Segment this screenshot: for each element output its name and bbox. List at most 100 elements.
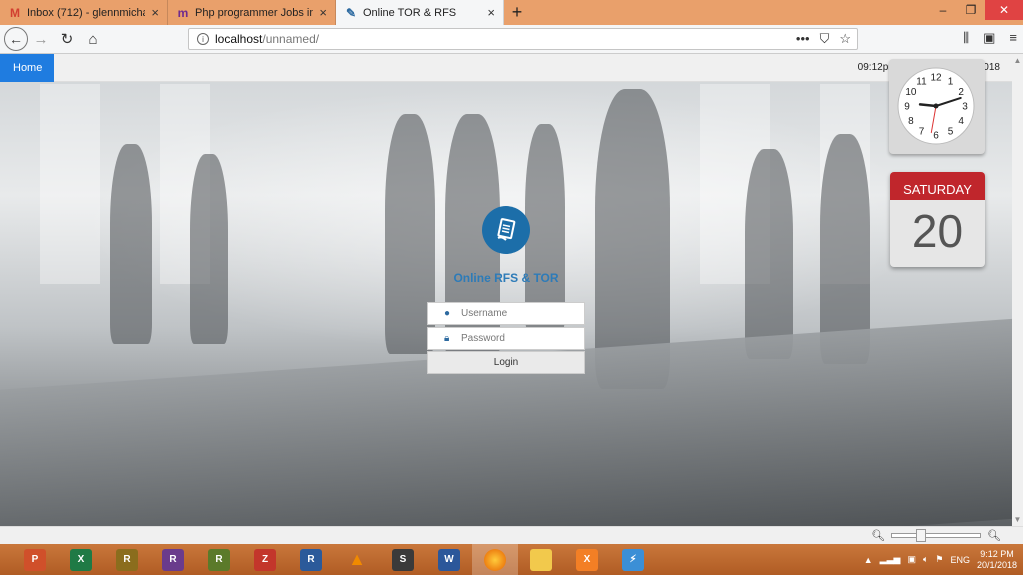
signal-icon[interactable]: ▂▃▅ [880, 554, 901, 565]
password-field[interactable]: 🔒︎ [427, 327, 585, 350]
excel-icon: X [70, 548, 92, 571]
clock-number: 11 [916, 76, 927, 87]
zoom-in-icon[interactable]: 🔍︎ [987, 529, 1001, 542]
username-input[interactable] [461, 308, 571, 319]
user-icon: ● [444, 308, 451, 319]
lightning-app-icon: ⚡︎ [622, 548, 644, 571]
taskbar-app[interactable] [518, 544, 564, 575]
bookmark-star-icon[interactable]: ☆ [839, 31, 851, 47]
browser-nav-bar: ← → ↻ ⌂ i localhost /unnamed/ ••• ⛉ ☆ ⫼ … [0, 25, 1023, 54]
tray-clock[interactable]: 9:12 PM 20/1/2018 [977, 549, 1017, 571]
filezilla-icon: Z [254, 548, 276, 571]
page-actions-icon[interactable]: ••• [796, 31, 810, 47]
taskbar-app[interactable]: R [104, 544, 150, 575]
minimize-button[interactable]: – [929, 0, 957, 20]
sublime-icon: S [392, 548, 414, 571]
lock-icon: 🔒︎ [444, 333, 450, 344]
clock-number: 10 [905, 87, 917, 98]
network-icon[interactable]: ▣ [907, 554, 916, 565]
taskbar-app[interactable]: R [150, 544, 196, 575]
toolbar-right: ⫼ ▣ ≡ [963, 30, 1017, 46]
system-tray: ▲ ▂▃▅ ▣ 🔈︎ ⚑ ENG 9:12 PM 20/1/2018 [864, 544, 1017, 575]
vlc-icon: ▲ [348, 549, 366, 569]
powerpoint-icon: P [24, 548, 46, 571]
taskbar-app[interactable]: W [426, 544, 472, 575]
password-input[interactable] [461, 333, 571, 344]
monster-icon: m [177, 5, 189, 20]
calendar-widget: SATURDAY 20 [890, 172, 985, 267]
winrar-icon: R [300, 548, 322, 571]
background-person [190, 154, 228, 344]
tab-jobs[interactable]: m Php programmer Jobs in Singap × [168, 0, 336, 25]
username-field[interactable]: ● [427, 302, 585, 325]
file-explorer-icon [530, 548, 552, 571]
url-path: /unnamed/ [262, 32, 320, 46]
menu-icon[interactable]: ≡ [1009, 30, 1017, 46]
taskbar-app[interactable]: R [196, 544, 242, 575]
taskbar-app[interactable]: S [380, 544, 426, 575]
taskbar-app-firefox[interactable] [472, 544, 518, 575]
tab-title: Php programmer Jobs in Singap [195, 6, 313, 19]
close-tab-icon[interactable]: × [151, 5, 159, 20]
clock-number: 5 [948, 127, 954, 138]
pocket-icon[interactable]: ⛉ [820, 31, 830, 47]
taskbar-app[interactable]: X [564, 544, 610, 575]
zoom-control: 🔍︎ 🔍︎ [871, 529, 1001, 542]
taskbar-app[interactable]: ⚡︎ [610, 544, 656, 575]
status-bar: 🔍︎ 🔍︎ [0, 526, 1023, 544]
zoom-out-icon[interactable]: 🔍︎ [871, 529, 885, 542]
sidebar-icon[interactable]: ▣ [983, 30, 995, 46]
background-person [110, 144, 152, 344]
tab-online-tor[interactable]: ✎ Online TOR & RFS × [336, 0, 504, 25]
clock-number: 1 [948, 76, 954, 87]
taskbar-app[interactable]: P [12, 544, 58, 575]
login-button[interactable]: Login [427, 351, 585, 374]
forward-arrow-icon[interactable]: → [28, 26, 54, 52]
winrar-icon: R [116, 548, 138, 571]
window-light-strip [40, 84, 100, 284]
close-tab-icon[interactable]: × [319, 5, 327, 20]
taskbar-app[interactable]: ▲ [334, 544, 380, 575]
calendar-day: 20 [911, 205, 964, 257]
home-nav-button[interactable]: Home [0, 54, 54, 82]
language-indicator[interactable]: ENG [950, 555, 970, 565]
tab-gmail[interactable]: M Inbox (712) - glennmichaelmej × [0, 0, 168, 25]
document-icon [497, 218, 516, 241]
scroll-up-icon[interactable]: ▲ [1012, 56, 1023, 65]
zoom-slider-thumb[interactable] [916, 529, 927, 542]
close-tab-icon[interactable]: × [487, 5, 495, 20]
window-close-button[interactable]: ✕ [985, 0, 1023, 20]
firefox-icon [484, 548, 506, 571]
library-icon[interactable]: ⫼ [963, 30, 969, 46]
back-arrow-icon[interactable]: ← [4, 27, 28, 51]
clock-number: 7 [919, 127, 925, 138]
zoom-slider[interactable] [891, 529, 982, 542]
clock-number: 8 [908, 116, 914, 127]
flag-icon[interactable]: ⚑ [935, 554, 943, 565]
tray-expand-icon[interactable]: ▲ [864, 555, 873, 565]
page-header-bar: Home 09:12pm Saturday Jan 20, 2018 [0, 54, 1012, 82]
address-bar[interactable]: i localhost /unnamed/ ••• ⛉ ☆ [188, 28, 858, 50]
scroll-down-icon[interactable]: ▼ [1012, 515, 1023, 524]
clock-face: 12 12 3 45678 9 1011 [897, 67, 975, 145]
app-title: Online RFS & TOR [453, 271, 559, 285]
info-icon[interactable]: i [197, 33, 209, 45]
page-scrollbar[interactable]: ▲ ▼ [1012, 54, 1023, 526]
home-icon[interactable]: ⌂ [80, 26, 106, 52]
document-icon: ✎ [345, 5, 357, 20]
restore-button[interactable]: ❐ [957, 0, 985, 20]
background-person [745, 149, 793, 359]
reload-icon[interactable]: ↻ [54, 26, 80, 52]
browser-tab-bar: M Inbox (712) - glennmichaelmej × m Php … [0, 0, 1023, 25]
winrar-icon: R [208, 548, 230, 571]
taskbar-app[interactable]: R [288, 544, 334, 575]
page-viewport: Home 09:12pm Saturday Jan 20, 2018 Onlin… [0, 54, 1012, 526]
clock-number: 6 [933, 131, 939, 142]
new-tab-button[interactable]: + [504, 0, 530, 25]
url-host: localhost [215, 32, 263, 46]
taskbar-app[interactable]: X [58, 544, 104, 575]
volume-icon[interactable]: 🔈︎ [923, 554, 928, 565]
clock-number: 3 [962, 102, 968, 113]
tray-time: 9:12 PM [980, 548, 1014, 559]
taskbar-app[interactable]: Z [242, 544, 288, 575]
